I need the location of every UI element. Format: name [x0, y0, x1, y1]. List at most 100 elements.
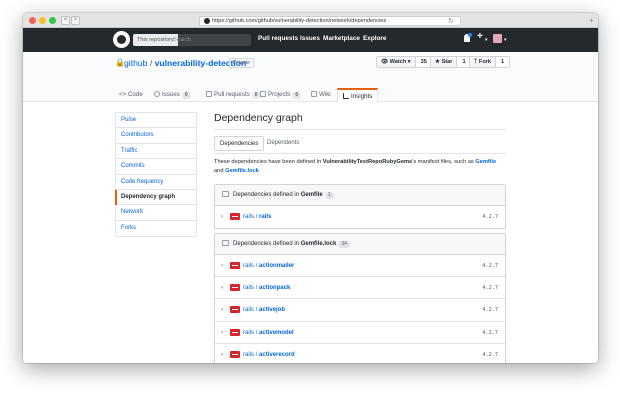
chevron-right-icon[interactable]: › [221, 284, 223, 291]
notifications-bell-icon[interactable] [464, 33, 472, 42]
dependency-version: 4.2.7 [482, 285, 498, 292]
dependency-version: 4.2.7 [482, 351, 498, 358]
tabs-divider [214, 153, 506, 154]
dependency-row[interactable]: › rails / actionpack 4.2.7 [215, 277, 505, 300]
rubygem-icon [230, 306, 240, 314]
address-url: https://github.com/github/vulnerability-… [212, 18, 387, 24]
sidebar-item-network[interactable]: Network [116, 205, 196, 221]
graph-icon [343, 93, 349, 99]
gemfile-header-prefix: Dependencies defined in [233, 192, 301, 198]
search-input[interactable] [173, 35, 247, 45]
dependency-owner: rails [243, 307, 255, 314]
fork-count[interactable]: 1 [496, 57, 509, 67]
desc-gemfile-lock-link[interactable]: Gemfile.lock [225, 168, 259, 174]
dependency-separator: / [255, 307, 258, 314]
chevron-right-icon[interactable]: › [221, 329, 223, 336]
tab-projects-label: Projects [268, 91, 291, 98]
site-favicon-icon [204, 18, 210, 24]
github-logo-icon[interactable] [113, 31, 130, 48]
tab-projects[interactable]: Projects 0 [260, 88, 302, 102]
nav-issues[interactable]: Issues [300, 35, 320, 42]
dependency-link[interactable]: rails / activemodel [243, 329, 294, 337]
rubygem-icon [230, 213, 240, 220]
dependency-name: rails [259, 214, 272, 220]
repo-owner-link[interactable]: github [124, 58, 147, 68]
desc-repo-name: VulnerabilityTestRepoRubyGems [322, 159, 413, 165]
dependency-link[interactable]: rails / activejob [243, 306, 285, 314]
chevron-right-icon[interactable]: › [221, 213, 223, 220]
gemfile-header-file: Gemfile [300, 192, 323, 198]
create-new-plus-icon[interactable]: + [477, 31, 483, 42]
desc-mid: 's manifest files, such as [412, 159, 476, 165]
sidebar-item-dependency-graph[interactable]: Dependency graph [115, 189, 196, 206]
dependency-row[interactable]: › rails / rails 4.2.7 [215, 206, 505, 228]
chevron-right-icon[interactable]: › [221, 306, 223, 313]
nav-marketplace[interactable]: Marketplace [323, 35, 360, 42]
tab-dependents[interactable]: Dependents [262, 136, 304, 151]
dependency-link[interactable]: rails / rails [243, 213, 271, 221]
back-button[interactable]: < [61, 16, 70, 25]
dependency-row[interactable]: › rails / activejob 4.2.7 [215, 299, 505, 322]
gemfile-count-badge: 1 [324, 192, 334, 199]
dependency-row[interactable]: › rails / activerecord 4.2.7 [215, 344, 505, 363]
chevron-right-icon[interactable]: › [221, 351, 223, 358]
chevron-right-icon[interactable]: › [221, 262, 223, 269]
reload-icon[interactable]: ↻ [448, 17, 454, 25]
forward-button[interactable]: > [71, 16, 80, 25]
dependency-separator: / [255, 329, 258, 336]
search-box[interactable]: This repository [133, 34, 251, 46]
dependency-row[interactable]: › rails / activemodel 4.2.7 [215, 322, 505, 344]
gemfile-lock-count-badge: 34 [338, 241, 350, 248]
dependency-version: 4.2.7 [482, 307, 498, 314]
dependency-separator: / [255, 214, 258, 220]
sidebar-item-code-frequency[interactable]: Code frequency [116, 175, 196, 190]
tab-projects-count: 0 [292, 92, 302, 99]
sidebar-item-pulse[interactable]: Pulse [116, 113, 196, 129]
desc-gemfile-link[interactable]: Gemfile [475, 159, 496, 165]
dependency-row[interactable]: › rails / actionmailer 4.2.7 [215, 255, 505, 278]
private-badge: Private [229, 58, 255, 68]
title-divider [214, 129, 506, 130]
pull-request-icon [206, 91, 212, 97]
dependency-link[interactable]: rails / activerecord [243, 351, 295, 359]
create-menu-caret-icon[interactable]: ▾ [485, 37, 488, 43]
dependency-link[interactable]: rails / actionmailer [243, 262, 294, 270]
nav-explore[interactable]: Explore [363, 35, 386, 42]
user-menu-caret-icon[interactable]: ▾ [504, 37, 507, 43]
sidebar-item-traffic[interactable]: Traffic [116, 144, 196, 160]
page-title: Dependency graph [214, 112, 303, 124]
watch-button-group: 👁 Watch ▾ 35 [376, 56, 433, 68]
close-window-button[interactable] [29, 17, 36, 24]
star-button-group: ★ Star 1 [430, 56, 472, 68]
tab-wiki[interactable]: Wiki [311, 88, 331, 102]
dependency-separator: / [255, 285, 258, 292]
sidebar-item-contributors[interactable]: Contributors [116, 128, 196, 144]
dependency-owner: rails [243, 285, 255, 292]
tab-dependencies[interactable]: Dependencies [214, 136, 265, 151]
fork-button[interactable]: ᛉ Fork [470, 57, 497, 67]
zoom-window-button[interactable] [49, 17, 56, 24]
nav-pull-requests[interactable]: Pull requests [258, 35, 298, 42]
dependency-separator: / [255, 351, 258, 358]
dependency-owner: rails [243, 329, 255, 336]
dependency-version: 4.2.7 [482, 214, 498, 220]
new-tab-button[interactable]: + [589, 16, 596, 25]
minimize-window-button[interactable] [39, 17, 46, 24]
dependency-link[interactable]: rails / actionpack [243, 284, 290, 292]
address-bar[interactable]: https://github.com/github/vulnerability-… [199, 16, 461, 26]
tab-issues[interactable]: Issues 0 [154, 88, 191, 102]
star-button[interactable]: ★ Star [431, 57, 458, 67]
tab-insights[interactable]: Insights [337, 88, 379, 103]
user-avatar[interactable] [493, 34, 502, 43]
tab-insights-label: Insights [351, 93, 373, 100]
tab-pull-requests[interactable]: Pull requests 0 [206, 88, 261, 102]
tab-issues-count: 0 [181, 92, 191, 99]
dependency-name: activemodel [259, 329, 294, 336]
dependency-name: activejob [259, 307, 286, 314]
watch-label: Watch [389, 59, 407, 65]
tab-code[interactable]: <> Code [119, 88, 143, 102]
sidebar-item-commits[interactable]: Commits [116, 159, 196, 175]
sidebar-item-forks[interactable]: Forks [116, 221, 196, 236]
wiki-book-icon [311, 91, 317, 97]
watch-button[interactable]: 👁 Watch ▾ [377, 57, 416, 67]
